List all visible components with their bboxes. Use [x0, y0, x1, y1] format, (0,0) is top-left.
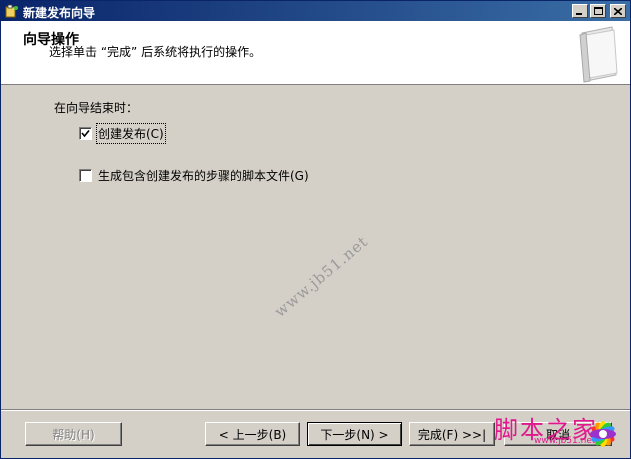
watermark: www.jb51.net: [271, 232, 372, 321]
option-create-publication[interactable]: 创建发布(C): [79, 123, 166, 144]
flower-logo-icon: [590, 421, 616, 447]
site-logo: 脚本之家 www.jb51.net: [490, 406, 630, 458]
wizard-icon: [5, 4, 18, 18]
wizard-content: 在向导结束时： 创建发布(C) 生成包含创建发布的步骤的脚本文件(G) www.…: [1, 87, 630, 407]
back-button[interactable]: < 上一步(B): [205, 422, 300, 446]
generate-script-label[interactable]: 生成包含创建发布的步骤的脚本文件(G): [98, 167, 309, 184]
window-title: 新建发布向导: [23, 6, 96, 20]
checkmark-icon: [81, 129, 90, 138]
wizard-book-icon: [579, 26, 618, 83]
new-publication-wizard-window: 新建发布向导 向导操作 选择单击 “完成” 后系统将执行的操作。 在向导结束时：: [0, 0, 631, 459]
help-button[interactable]: 帮助(H): [25, 422, 122, 446]
wizard-end-label: 在向导结束时：: [54, 101, 139, 115]
minimize-icon: [576, 12, 582, 15]
option-generate-script[interactable]: 生成包含创建发布的步骤的脚本文件(G): [79, 167, 309, 184]
generate-script-checkbox[interactable]: [79, 169, 92, 182]
wizard-header: 向导操作 选择单击 “完成” 后系统将执行的操作。: [1, 21, 630, 85]
page-subtitle: 选择单击 “完成” 后系统将执行的操作。: [49, 45, 262, 59]
title-bar[interactable]: 新建发布向导: [1, 1, 630, 21]
next-button[interactable]: 下一步(N) >: [307, 422, 402, 446]
close-icon: [614, 7, 622, 15]
minimize-button[interactable]: [572, 4, 588, 18]
maximize-button[interactable]: [590, 4, 606, 18]
close-button[interactable]: [610, 4, 626, 18]
finish-button[interactable]: 完成(F) >>|: [409, 422, 495, 446]
create-publication-checkbox[interactable]: [79, 127, 92, 140]
create-publication-label[interactable]: 创建发布(C): [96, 123, 166, 144]
maximize-icon: [593, 7, 603, 15]
